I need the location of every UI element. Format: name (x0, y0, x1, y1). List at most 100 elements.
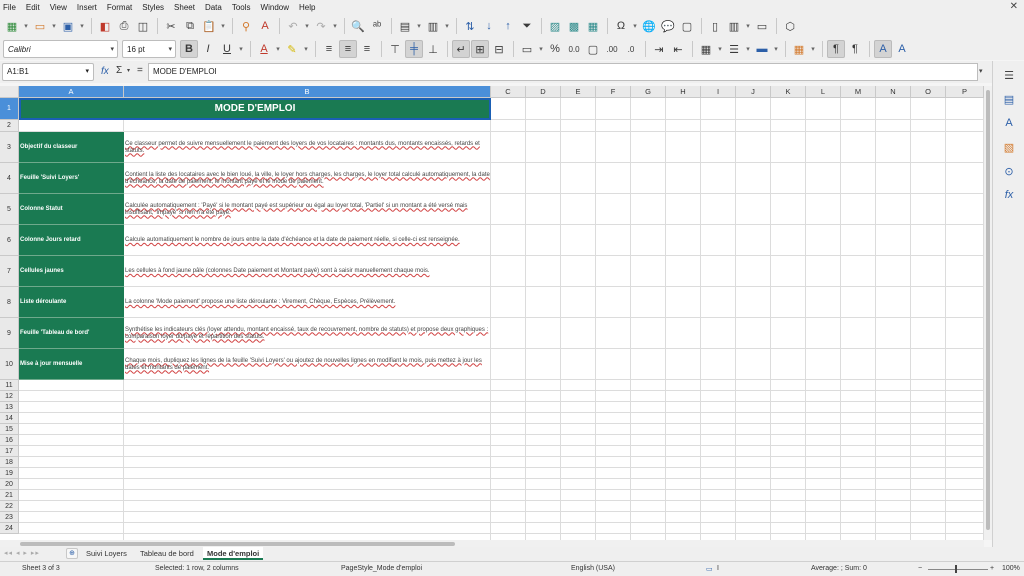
menu-data[interactable]: Data (205, 3, 222, 12)
save-icon[interactable]: ▣ (59, 17, 77, 35)
column-header-n[interactable]: N (876, 86, 911, 98)
find-replace-icon[interactable]: 🔍 (349, 17, 367, 35)
merge-center-icon[interactable]: ⊞ (471, 40, 489, 58)
selection-mode-icon[interactable]: ▭ (706, 565, 713, 573)
zoom-slider-handle[interactable] (955, 565, 957, 573)
row-header-5[interactable]: 5 (0, 194, 19, 225)
horizontal-scrollbar[interactable] (0, 540, 984, 547)
vertical-scroll-thumb[interactable] (986, 90, 990, 530)
menu-insert[interactable]: Insert (77, 3, 97, 12)
tab-navigation-icon[interactable]: ◂◂ ◂ ▸ ▸▸ (4, 549, 56, 559)
row-header-8[interactable]: 8 (0, 287, 19, 318)
special-character-icon[interactable]: Ω (612, 17, 630, 35)
redo-icon[interactable]: ↷ (312, 17, 330, 35)
rtl-paragraph-icon[interactable]: ¶ (846, 40, 864, 58)
export-pdf-icon[interactable]: ◧ (96, 17, 114, 35)
menu-tools[interactable]: Tools (232, 3, 251, 12)
row-header-19[interactable]: 19 (0, 468, 19, 479)
row-header-21[interactable]: 21 (0, 490, 19, 501)
column-header-i[interactable]: I (701, 86, 736, 98)
instruction-label-cell[interactable]: Colonne Jours retard (19, 225, 124, 256)
open-dropdown-icon[interactable]: ▾ (50, 17, 58, 35)
font-color-dropdown-icon[interactable]: ▾ (274, 40, 282, 58)
row-header-10[interactable]: 10 (0, 349, 19, 380)
pivot-table-icon[interactable]: ▦ (584, 17, 602, 35)
gallery-icon[interactable]: ▧ (1001, 139, 1017, 155)
row-header-20[interactable]: 20 (0, 479, 19, 490)
row-dropdown-icon[interactable]: ▾ (415, 17, 423, 35)
increase-indent-icon[interactable]: ⇥ (650, 40, 668, 58)
highlight-dropdown-icon[interactable]: ▾ (302, 40, 310, 58)
row-header-9[interactable]: 9 (0, 318, 19, 349)
row-header-17[interactable]: 17 (0, 446, 19, 457)
special-character-dropdown-icon[interactable]: ▾ (631, 17, 639, 35)
borders-dropdown-icon[interactable]: ▾ (716, 40, 724, 58)
menu-view[interactable]: View (50, 3, 67, 12)
align-bottom-icon[interactable]: ⊥ (424, 40, 442, 58)
align-center-icon[interactable]: ≡ (339, 40, 357, 58)
row-header-15[interactable]: 15 (0, 424, 19, 435)
column-icon[interactable]: ▥ (424, 17, 442, 35)
align-right-icon[interactable]: ≡ (358, 40, 376, 58)
row-header-4[interactable]: 4 (0, 163, 19, 194)
column-header-f[interactable]: F (596, 86, 631, 98)
instruction-label-cell[interactable]: Liste déroulante (19, 287, 124, 318)
zoom-slider[interactable] (928, 569, 988, 570)
redo-dropdown-icon[interactable]: ▾ (331, 17, 339, 35)
print-preview-icon[interactable]: ◫ (134, 17, 152, 35)
hyperlink-icon[interactable]: 🌐 (640, 17, 658, 35)
insert-chart-icon[interactable]: ▩ (565, 17, 583, 35)
undo-icon[interactable]: ↶ (284, 17, 302, 35)
menu-edit[interactable]: Edit (26, 3, 40, 12)
row-header-1[interactable]: 1 (0, 98, 19, 120)
row-header-14[interactable]: 14 (0, 413, 19, 424)
row-header-22[interactable]: 22 (0, 501, 19, 512)
borders-icon[interactable]: ▦ (697, 40, 715, 58)
currency-format-icon[interactable]: ▭ (518, 40, 536, 58)
select-all-corner[interactable] (0, 86, 19, 98)
row-header-12[interactable]: 12 (0, 391, 19, 402)
menu-help[interactable]: Help (299, 3, 315, 12)
headers-footers-icon[interactable]: ▢ (678, 17, 696, 35)
instruction-text-cell[interactable]: Calcule automatiquement le nombre de jou… (124, 225, 491, 256)
sort-icon[interactable]: ⇅ (461, 17, 479, 35)
print-icon[interactable]: ⎙ (115, 17, 133, 35)
menu-styles[interactable]: Styles (142, 3, 164, 12)
row-header-13[interactable]: 13 (0, 402, 19, 413)
page-style[interactable]: PageStyle_Mode d'emploi (341, 565, 422, 572)
font-color-icon[interactable]: A (255, 40, 273, 58)
text-direction-ltr-icon[interactable]: A (874, 40, 892, 58)
delete-decimal-icon[interactable]: .0 (622, 40, 640, 58)
navigator-icon[interactable]: ⊙ (1001, 163, 1017, 179)
show-draw-functions-icon[interactable]: ⬡ (781, 17, 799, 35)
clear-formatting-icon[interactable]: A (256, 17, 274, 35)
unmerge-icon[interactable]: ⊟ (490, 40, 508, 58)
align-top-icon[interactable]: ⊤ (386, 40, 404, 58)
border-style-icon[interactable]: ☰ (725, 40, 743, 58)
conditional-format-icon[interactable]: ▦ (790, 40, 808, 58)
comment-icon[interactable]: 💬 (659, 17, 677, 35)
column-header-l[interactable]: L (806, 86, 841, 98)
sidebar-menu-icon[interactable]: ☰ (1001, 67, 1017, 83)
spelling-icon[interactable]: ᵃᵇ (368, 17, 386, 35)
menu-file[interactable]: File (3, 3, 16, 12)
zoom-out-icon[interactable]: − (918, 565, 922, 572)
merged-title-cell[interactable]: MODE D'EMPLOI (19, 98, 491, 120)
function-wizard-icon[interactable]: fx (101, 66, 109, 77)
sum-icon[interactable]: Σ (116, 65, 122, 76)
close-document-icon[interactable]: ✕ (1010, 1, 1018, 12)
row-header-16[interactable]: 16 (0, 435, 19, 446)
instruction-text-cell[interactable]: Synthétise les indicateurs clés (loyer a… (124, 318, 491, 349)
menu-sheet[interactable]: Sheet (174, 3, 195, 12)
column-header-a[interactable]: A (19, 86, 124, 98)
bold-icon[interactable]: B (180, 40, 198, 58)
instruction-text-cell[interactable]: Calculée automatiquement : 'Payé' si le … (124, 194, 491, 225)
menu-window[interactable]: Window (261, 3, 289, 12)
instruction-label-cell[interactable]: Mise à jour mensuelle (19, 349, 124, 380)
row-icon[interactable]: ▤ (396, 17, 414, 35)
tab-mode-emploi[interactable]: Mode d'emploi (203, 547, 264, 560)
ltr-paragraph-icon[interactable]: ¶ (827, 40, 845, 58)
sort-ascending-icon[interactable]: ↓ (480, 17, 498, 35)
add-decimal-icon[interactable]: .00 (603, 40, 621, 58)
column-header-b[interactable]: B (124, 86, 491, 98)
